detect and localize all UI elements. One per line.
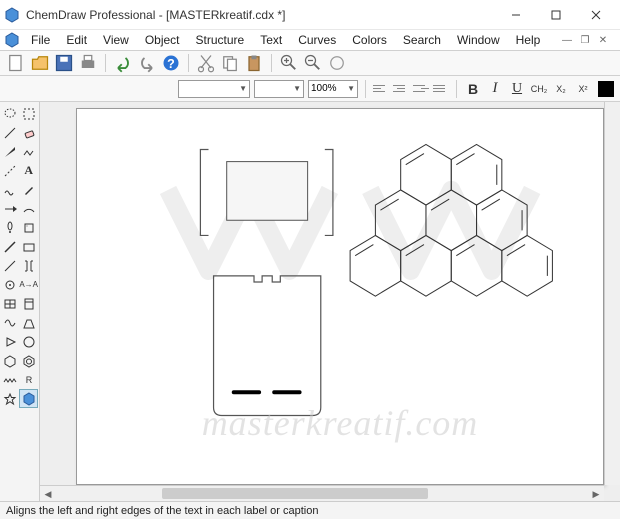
svg-text:?: ?: [167, 57, 175, 71]
align-left-button[interactable]: [373, 81, 389, 97]
table-tool[interactable]: [1, 294, 19, 313]
marquee-tool[interactable]: [19, 104, 38, 123]
arrow-tool[interactable]: [1, 199, 19, 218]
line-tool[interactable]: [1, 237, 19, 256]
orbital-tool[interactable]: [1, 218, 19, 237]
undo-button[interactable]: [113, 53, 133, 73]
menu-text[interactable]: Text: [253, 31, 289, 49]
underline-button[interactable]: U: [508, 80, 526, 98]
rect-tool[interactable]: [19, 237, 38, 256]
menu-edit[interactable]: Edit: [59, 31, 94, 49]
workspace: A A→A R: [0, 102, 620, 501]
save-button[interactable]: [54, 53, 74, 73]
bond-tool[interactable]: [1, 123, 19, 142]
atom-tool[interactable]: [1, 275, 19, 294]
menubar: File Edit View Object Structure Text Cur…: [0, 30, 620, 50]
mdi-restore[interactable]: ❐: [578, 33, 592, 47]
subscript-button[interactable]: X₂: [552, 80, 570, 98]
mdi-icon[interactable]: [4, 32, 20, 48]
scrollbar-horizontal[interactable]: ◀ ▶: [40, 485, 604, 501]
help-button[interactable]: ?: [161, 53, 181, 73]
hex3d-tool[interactable]: [19, 389, 38, 408]
window-title: ChemDraw Professional - [MASTERkreatif.c…: [26, 8, 496, 22]
menu-structure[interactable]: Structure: [189, 31, 252, 49]
menu-view[interactable]: View: [96, 31, 136, 49]
formula-button[interactable]: CH₂: [530, 80, 548, 98]
redo-button[interactable]: [137, 53, 157, 73]
close-button[interactable]: [576, 1, 616, 29]
text-tool[interactable]: A: [19, 161, 38, 180]
align-center-button[interactable]: [393, 81, 409, 97]
menu-search[interactable]: Search: [396, 31, 448, 49]
chain-tool[interactable]: [19, 142, 38, 161]
benzene-tool[interactable]: [19, 351, 38, 370]
align-justify-button[interactable]: [433, 81, 449, 97]
main-toolbar: ?: [0, 50, 620, 76]
menu-help[interactable]: Help: [509, 31, 548, 49]
wavy-bond-tool[interactable]: [1, 180, 19, 199]
dash-bond-tool[interactable]: [1, 161, 19, 180]
circle-tool[interactable]: [19, 332, 38, 351]
mass-tool[interactable]: [19, 313, 38, 332]
tool-palette: A A→A R: [0, 102, 40, 501]
line2-tool[interactable]: [1, 256, 19, 275]
star-tool[interactable]: [1, 389, 19, 408]
play-tool[interactable]: [1, 332, 19, 351]
paste-button[interactable]: [244, 53, 264, 73]
canvas[interactable]: masterkreatif.com: [76, 108, 604, 485]
wedge-tool[interactable]: [1, 142, 19, 161]
app-icon: [4, 7, 20, 23]
scroll-left-button[interactable]: ◀: [40, 486, 56, 501]
italic-button[interactable]: I: [486, 80, 504, 98]
print-button[interactable]: [78, 53, 98, 73]
titlebar: ChemDraw Professional - [MASTERkreatif.c…: [0, 0, 620, 30]
scrollbar-vertical[interactable]: [604, 102, 620, 485]
mdi-close[interactable]: ✕: [596, 33, 610, 47]
canvas-area: masterkreatif.com ◀ ▶: [40, 102, 620, 501]
menu-object[interactable]: Object: [138, 31, 187, 49]
zoom-fit-button[interactable]: [327, 53, 347, 73]
drawing-tool[interactable]: [19, 218, 38, 237]
font-combo[interactable]: ▼: [178, 80, 250, 98]
rlabel-tool[interactable]: R: [19, 370, 38, 389]
format-toolbar: ▼ ▼ 100%▼ B I U CH₂ X₂ X²: [0, 76, 620, 102]
cut-button[interactable]: [196, 53, 216, 73]
copy-button[interactable]: [220, 53, 240, 73]
lasso-tool[interactable]: [1, 104, 19, 123]
menu-file[interactable]: File: [24, 31, 57, 49]
template-tool[interactable]: [19, 294, 38, 313]
reaction-tool[interactable]: A→A: [19, 275, 38, 294]
mdi-minimize[interactable]: —: [560, 33, 574, 47]
hexagon-tool[interactable]: [1, 351, 19, 370]
status-text: Aligns the left and right edges of the t…: [6, 505, 318, 517]
arc-tool[interactable]: [19, 199, 38, 218]
zoom-out-button[interactable]: [303, 53, 323, 73]
color-swatch[interactable]: [598, 81, 614, 97]
menu-window[interactable]: Window: [450, 31, 507, 49]
maximize-button[interactable]: [536, 1, 576, 29]
open-button[interactable]: [30, 53, 50, 73]
align-right-button[interactable]: [413, 81, 429, 97]
menu-colors[interactable]: Colors: [345, 31, 394, 49]
new-button[interactable]: [6, 53, 26, 73]
zoom-combo[interactable]: 100%▼: [308, 80, 358, 98]
drawing-content: [77, 109, 603, 493]
curve2-tool[interactable]: [1, 313, 19, 332]
svg-text:R: R: [25, 375, 32, 385]
pen-tool[interactable]: [19, 180, 38, 199]
statusbar: Aligns the left and right edges of the t…: [0, 501, 620, 519]
bold-button[interactable]: B: [464, 80, 482, 98]
size-combo[interactable]: ▼: [254, 80, 304, 98]
menu-curves[interactable]: Curves: [291, 31, 343, 49]
minimize-button[interactable]: [496, 1, 536, 29]
superscript-button[interactable]: X²: [574, 80, 592, 98]
zoom-in-button[interactable]: [279, 53, 299, 73]
zigzag-tool[interactable]: [1, 370, 19, 389]
scroll-right-button[interactable]: ▶: [588, 486, 604, 501]
bracket-tool[interactable]: [19, 256, 38, 275]
eraser-tool[interactable]: [19, 123, 38, 142]
